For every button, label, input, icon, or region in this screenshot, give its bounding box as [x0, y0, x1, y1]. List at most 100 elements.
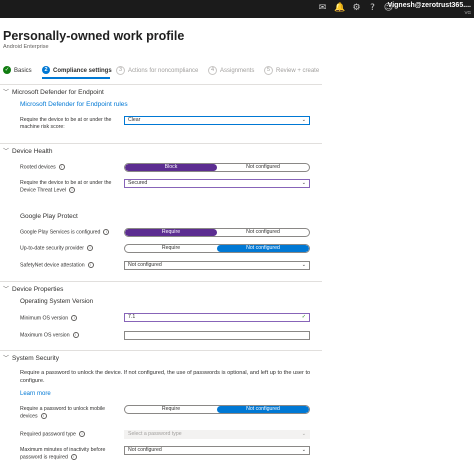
- info-icon[interactable]: i: [103, 229, 110, 235]
- label-text: Required password type: [20, 431, 76, 438]
- rooted-devices-label: Rooted devices i: [20, 164, 120, 171]
- label-text: Maximum OS version: [20, 332, 70, 339]
- dropdown-value: Clear: [128, 117, 141, 123]
- divider: [0, 350, 322, 351]
- require-password-label: Require a password to unlock mobile devi…: [20, 406, 120, 420]
- info-icon[interactable]: i: [71, 315, 78, 321]
- step-label: Review + create: [276, 68, 320, 74]
- chevron-down-icon: ⌄: [301, 431, 306, 437]
- tenant-initials: VG: [464, 10, 471, 15]
- security-provider-label: Up-to-date security provider i: [20, 245, 120, 252]
- dropdown-value: Secured: [128, 180, 148, 186]
- label-text: SafetyNet device attestation: [20, 262, 85, 269]
- chevron-down-icon: ﹀: [3, 90, 10, 96]
- section-title: Device Properties: [12, 286, 64, 293]
- top-bar: ✉ 🔔 ⚙ ? ☺ Vignesh@zerotrust365.... VG: [0, 0, 474, 18]
- step-review-create[interactable]: 5 Review + create: [264, 64, 319, 78]
- divider: [0, 84, 322, 85]
- step-actions[interactable]: 3 Actions for noncompliance: [116, 64, 198, 78]
- inactivity-dropdown[interactable]: Not configured ⌄: [124, 446, 310, 455]
- label-text: Google Play Services is configured: [20, 229, 101, 236]
- section-device-health-header[interactable]: ﹀ Device Health: [3, 146, 52, 155]
- toggle-option-not-configured[interactable]: Not configured: [217, 406, 309, 413]
- info-icon[interactable]: i: [87, 262, 94, 268]
- section-system-security-header[interactable]: ﹀ System Security: [3, 353, 59, 362]
- dropdown-value: Not configured: [128, 262, 162, 268]
- toggle-option-not-configured[interactable]: Not configured: [217, 229, 309, 236]
- risk-score-dropdown[interactable]: Clear ⌄: [124, 116, 310, 125]
- dropdown-placeholder: Select a password type: [128, 431, 182, 437]
- dropdown-value: Not configured: [128, 447, 162, 453]
- min-os-label: Minimum OS version i: [20, 315, 120, 322]
- step-number: 5: [264, 65, 273, 75]
- password-type-dropdown[interactable]: Select a password type ⌄: [124, 430, 310, 439]
- check-icon: ✓: [3, 66, 11, 75]
- account-menu[interactable]: Vignesh@zerotrust365.... VG: [388, 1, 471, 16]
- info-icon[interactable]: i: [87, 245, 94, 251]
- max-os-label: Maximum OS version i: [20, 332, 120, 339]
- chevron-down-icon: ⌄: [301, 117, 306, 123]
- section-title: Microsoft Defender for Endpoint: [12, 89, 104, 96]
- step-label: Actions for noncompliance: [128, 68, 199, 74]
- more-options-button[interactable]: ···: [148, 30, 158, 41]
- google-play-services-toggle[interactable]: Require Not configured: [124, 228, 310, 237]
- step-number: 4: [208, 65, 217, 75]
- step-label: Compliance settings: [53, 68, 112, 74]
- info-icon[interactable]: i: [40, 413, 47, 419]
- step-label: Basics: [14, 68, 32, 74]
- min-os-input[interactable]: 7.1 ✓: [124, 313, 310, 322]
- info-icon[interactable]: i: [70, 454, 77, 460]
- step-label: Assignments: [220, 68, 255, 74]
- toggle-option-require[interactable]: Require: [125, 406, 217, 413]
- toggle-option-not-configured[interactable]: Not configured: [217, 245, 309, 252]
- help-icon[interactable]: ?: [367, 3, 378, 14]
- input-value: 7.1: [128, 314, 136, 320]
- step-compliance-settings[interactable]: 2 Compliance settings: [42, 64, 112, 78]
- label-text: Require the device to be at or under the…: [20, 180, 112, 194]
- info-icon[interactable]: i: [72, 332, 79, 338]
- chevron-down-icon: ﹀: [3, 149, 10, 155]
- label-text: Up-to-date security provider: [20, 245, 85, 252]
- check-icon: ✓: [301, 314, 306, 320]
- mail-icon[interactable]: ✉: [317, 3, 328, 14]
- os-version-heading: Operating System Version: [20, 298, 94, 305]
- safetynet-label: SafetyNet device attestation i: [20, 262, 120, 269]
- section-mde-header[interactable]: ﹀ Microsoft Defender for Endpoint: [3, 87, 104, 96]
- device-threat-level-dropdown[interactable]: Secured ⌄: [124, 179, 310, 188]
- safetynet-dropdown[interactable]: Not configured ⌄: [124, 261, 310, 270]
- section-device-properties-header[interactable]: ﹀ Device Properties: [3, 284, 63, 293]
- require-password-toggle[interactable]: Require Not configured: [124, 405, 310, 414]
- step-number: 3: [116, 65, 125, 75]
- info-icon[interactable]: i: [78, 431, 85, 437]
- max-os-input[interactable]: [124, 331, 310, 340]
- learn-more-link[interactable]: Learn more: [20, 391, 51, 397]
- google-play-protect-heading: Google Play Protect: [20, 213, 78, 220]
- password-description: Require a password to unlock the device.…: [20, 370, 311, 384]
- toggle-option-require[interactable]: Require: [125, 229, 217, 236]
- chevron-down-icon: ﹀: [3, 356, 10, 362]
- section-title: System Security: [12, 355, 59, 362]
- gear-icon[interactable]: ⚙: [351, 3, 362, 14]
- bell-icon[interactable]: 🔔: [334, 3, 345, 14]
- inactivity-label: Maximum minutes of inactivity before pas…: [20, 447, 120, 461]
- step-basics[interactable]: ✓ Basics: [3, 64, 32, 78]
- section-title: Device Health: [12, 148, 53, 155]
- password-type-label: Required password type i: [20, 431, 120, 438]
- step-assignments[interactable]: 4 Assignments: [208, 64, 254, 78]
- security-provider-toggle[interactable]: Require Not configured: [124, 244, 310, 253]
- info-icon[interactable]: i: [69, 187, 76, 193]
- toggle-option-not-configured[interactable]: Not configured: [217, 164, 309, 171]
- toggle-option-require[interactable]: Require: [125, 245, 217, 252]
- info-icon[interactable]: i: [58, 164, 65, 170]
- toggle-option-block[interactable]: Block: [125, 164, 217, 171]
- user-name: Vignesh@zerotrust365....: [387, 2, 471, 9]
- label-text: Require a password to unlock mobile devi…: [20, 406, 106, 420]
- divider: [0, 143, 322, 144]
- chevron-down-icon: ⌄: [301, 447, 306, 453]
- label-text: Require the device to be at or under the…: [20, 117, 112, 130]
- rooted-devices-toggle[interactable]: Block Not configured: [124, 163, 310, 172]
- wizard-steps: ✓ Basics 2 Compliance settings 3 Actions fo…: [0, 64, 474, 78]
- label-text: Rooted devices: [20, 164, 56, 171]
- device-threat-level-label: Require the device to be at or under the…: [20, 180, 120, 194]
- chevron-down-icon: ⌄: [301, 180, 306, 186]
